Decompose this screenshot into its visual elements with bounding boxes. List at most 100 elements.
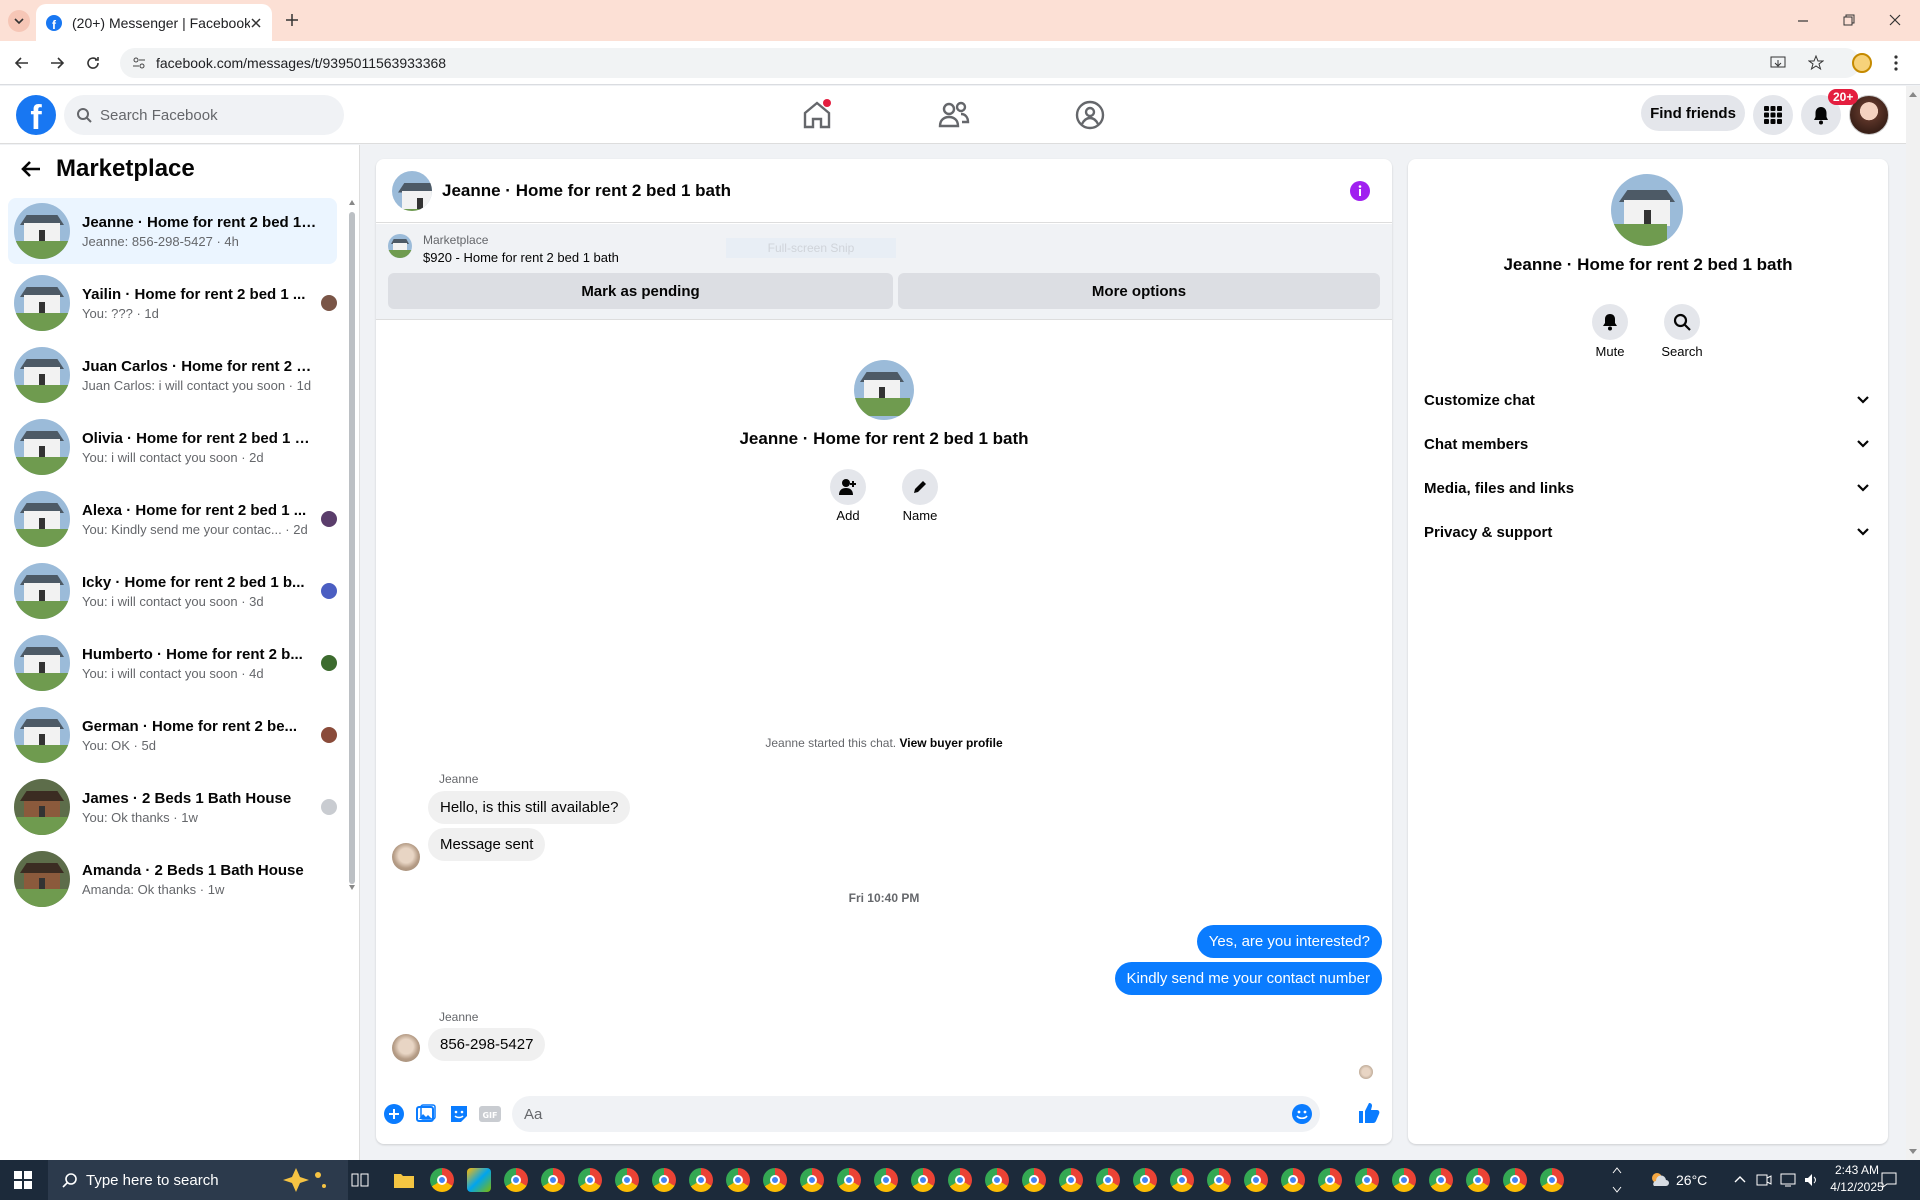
conversation-title[interactable]: Jeanne · Home for rent 2 bed 1 bath — [442, 181, 731, 201]
show-hidden-icons-icon[interactable] — [1734, 1174, 1746, 1186]
restore-icon[interactable] — [1842, 13, 1856, 27]
chrome-window-icon[interactable] — [1355, 1168, 1379, 1192]
chrome-window-icon[interactable] — [1281, 1168, 1305, 1192]
chrome-window-icon[interactable] — [578, 1168, 602, 1192]
mark-as-pending-button[interactable]: Mark as pending — [388, 273, 893, 309]
taskbar-scroll-icon[interactable] — [1612, 1163, 1622, 1197]
details-profile-image[interactable] — [1611, 174, 1683, 246]
chrome-window-icon[interactable] — [948, 1168, 972, 1192]
task-view-icon[interactable] — [350, 1170, 370, 1190]
chat-list-item[interactable]: Yailin · Home for rent 2 bed 1 ... You: ?… — [8, 270, 337, 336]
chrome-window-icon[interactable] — [1207, 1168, 1231, 1192]
gif-icon[interactable]: GIF — [479, 1104, 501, 1124]
chat-list-item[interactable]: German · Home for rent 2 be... You: OK · … — [8, 702, 337, 768]
network-icon[interactable] — [1780, 1172, 1798, 1188]
chrome-window-icon[interactable] — [985, 1168, 1009, 1192]
chrome-window-icon[interactable] — [1503, 1168, 1527, 1192]
chrome-window-icon[interactable] — [837, 1168, 861, 1192]
chat-list-scrollbar[interactable] — [348, 200, 356, 890]
back-arrow-icon[interactable] — [20, 158, 42, 180]
bookmark-star-icon[interactable] — [1808, 55, 1824, 71]
chrome-window-icon[interactable] — [1170, 1168, 1194, 1192]
windows-start-icon[interactable] — [14, 1171, 32, 1189]
view-buyer-profile-link[interactable]: View buyer profile — [899, 736, 1002, 750]
add-people-button[interactable] — [830, 469, 866, 505]
chat-members-section[interactable]: Chat members — [1424, 426, 1884, 462]
listing-thumbnail[interactable] — [388, 234, 412, 258]
chat-profile-image[interactable] — [854, 360, 914, 420]
sticker-icon[interactable] — [449, 1104, 469, 1124]
chrome-window-icon[interactable] — [763, 1168, 787, 1192]
message-bubble-outgoing[interactable]: Kindly send me your contact number — [1114, 962, 1382, 995]
chat-list-item[interactable]: Humberto · Home for rent 2 b... You: i wi… — [8, 630, 337, 696]
facebook-logo-icon[interactable]: f — [16, 95, 56, 135]
new-tab-icon[interactable] — [284, 12, 300, 28]
chrome-window-icon[interactable] — [1392, 1168, 1416, 1192]
chrome-window-icon[interactable] — [652, 1168, 676, 1192]
minimize-icon[interactable] — [1796, 14, 1810, 28]
home-icon[interactable] — [800, 98, 834, 132]
sender-avatar[interactable] — [392, 1034, 420, 1062]
edit-name-button[interactable] — [902, 469, 938, 505]
message-bubble-outgoing[interactable]: Yes, are you interested? — [1196, 925, 1382, 958]
install-app-icon[interactable] — [1770, 55, 1786, 71]
facebook-search-input[interactable]: Search Facebook — [64, 95, 344, 135]
chrome-window-icon[interactable] — [1466, 1168, 1490, 1192]
chat-list-item[interactable]: James · 2 Beds 1 Bath House You: Ok thank… — [8, 774, 337, 840]
weather-icon[interactable] — [1648, 1170, 1670, 1190]
chrome-window-icon[interactable] — [726, 1168, 750, 1192]
chrome-window-icon[interactable] — [1429, 1168, 1453, 1192]
menu-dots-icon[interactable] — [1894, 54, 1898, 72]
notification-center-icon[interactable] — [1880, 1171, 1898, 1189]
chrome-window-icon[interactable] — [430, 1168, 454, 1192]
taskbar-search-input[interactable]: Type here to search — [48, 1160, 348, 1200]
chrome-window-icon[interactable] — [874, 1168, 898, 1192]
chrome-window-icon[interactable] — [1540, 1168, 1564, 1192]
browser-tab-active[interactable]: f (20+) Messenger | Facebook — [36, 4, 272, 41]
mute-button[interactable] — [1592, 304, 1628, 340]
message-bubble-incoming[interactable]: Message sent — [428, 828, 546, 861]
site-info-icon[interactable] — [132, 56, 146, 70]
chrome-window-icon[interactable] — [800, 1168, 824, 1192]
chrome-window-icon[interactable] — [911, 1168, 935, 1192]
forward-icon[interactable] — [49, 55, 65, 71]
chrome-window-icon[interactable] — [1244, 1168, 1268, 1192]
meet-now-icon[interactable] — [1756, 1172, 1772, 1188]
chat-list-item[interactable]: Jeanne · Home for rent 2 bed 1 ... Jeanne… — [8, 198, 337, 264]
profile-icon[interactable] — [1852, 53, 1872, 73]
chrome-window-icon[interactable] — [1096, 1168, 1120, 1192]
more-options-button[interactable]: More options — [898, 273, 1380, 309]
tab-close-icon[interactable] — [250, 17, 262, 29]
chrome-window-icon[interactable] — [1059, 1168, 1083, 1192]
plus-circle-icon[interactable] — [384, 1104, 404, 1124]
tab-search-icon[interactable] — [8, 10, 30, 32]
search-in-conversation-button[interactable] — [1664, 304, 1700, 340]
find-friends-button[interactable]: Find friends — [1641, 95, 1745, 131]
chat-list-item[interactable]: Amanda · 2 Beds 1 Bath House Amanda: Ok t… — [8, 846, 337, 912]
chrome-window-icon[interactable] — [1022, 1168, 1046, 1192]
volume-icon[interactable] — [1804, 1172, 1820, 1188]
back-icon[interactable] — [14, 55, 30, 71]
info-icon[interactable] — [1350, 181, 1370, 201]
reload-icon[interactable] — [85, 55, 101, 71]
chrome-window-icon[interactable] — [504, 1168, 528, 1192]
photo-icon[interactable] — [416, 1104, 436, 1124]
emoji-icon[interactable] — [1292, 1104, 1312, 1124]
page-scrollbar[interactable] — [1906, 86, 1920, 1160]
message-bubble-incoming[interactable]: Hello, is this still available? — [428, 791, 631, 824]
listing-price-title[interactable]: $920 - Home for rent 2 bed 1 bath — [423, 250, 619, 265]
like-thumb-icon[interactable] — [1358, 1102, 1380, 1124]
chat-list-item[interactable]: Alexa · Home for rent 2 bed 1 ... You: Ki… — [8, 486, 337, 552]
chat-list-item[interactable]: Olivia · Home for rent 2 bed 1 ba... You:… — [8, 414, 337, 480]
microsoft365-icon[interactable] — [467, 1168, 491, 1192]
message-bubble-incoming[interactable]: 856-298-5427 — [428, 1028, 546, 1061]
chrome-window-icon[interactable] — [541, 1168, 565, 1192]
customize-chat-section[interactable]: Customize chat — [1424, 382, 1884, 418]
chat-list-item[interactable]: Juan Carlos · Home for rent 2 be... Juan … — [8, 342, 337, 408]
chrome-window-icon[interactable] — [689, 1168, 713, 1192]
privacy-support-section[interactable]: Privacy & support — [1424, 514, 1884, 550]
media-files-links-section[interactable]: Media, files and links — [1424, 470, 1884, 506]
menu-grid-button[interactable] — [1753, 95, 1793, 135]
chrome-window-icon[interactable] — [1318, 1168, 1342, 1192]
friends-icon[interactable] — [937, 98, 971, 132]
